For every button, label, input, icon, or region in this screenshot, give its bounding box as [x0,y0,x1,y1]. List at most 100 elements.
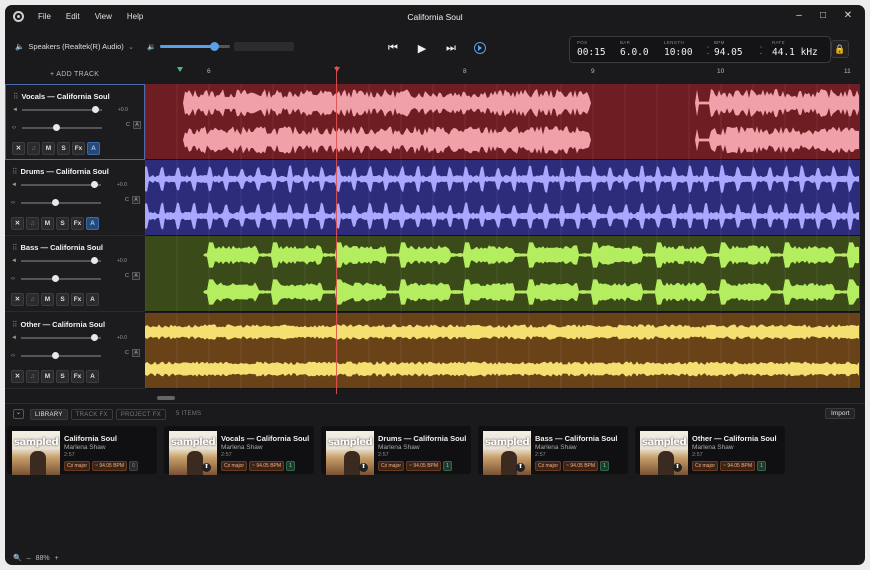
count-badge: 0 [129,461,138,471]
track-header[interactable]: ⠿ Vocals — California Soul ◄ +0.0 ‹› CA ✕… [5,84,145,160]
pan-knob[interactable] [52,352,59,359]
fx-button[interactable]: Fx [71,370,84,383]
mute-button[interactable]: M [41,217,54,230]
track-volume-slider[interactable] [21,181,101,188]
track-header[interactable]: ⠿ Drums — California Soul ◄ +0.0 ‹› CA ✕ … [5,160,145,236]
menu-file[interactable]: File [38,12,51,21]
import-button[interactable]: Import [825,408,856,419]
track-lane-vocals[interactable] [145,84,860,160]
mute-button[interactable]: M [42,142,55,155]
volume-knob[interactable] [210,42,220,51]
tab-library[interactable]: LIBRARY [30,409,68,420]
skip-back-icon[interactable]: ⏮ [386,41,400,55]
track-pan-slider[interactable] [21,352,101,359]
volume-knob[interactable] [92,106,99,113]
music-note-icon[interactable]: ♫ [26,293,39,306]
remove-track-icon[interactable]: ✕ [11,293,24,306]
track-header[interactable]: ⠿ Other — California Soul ◄ +0.0 ‹› CA ✕ … [5,313,145,389]
zoom-in-button[interactable]: + [55,555,59,562]
collapse-panel-button[interactable]: ⌄ [13,409,24,419]
music-note-icon[interactable]: ♫ [26,370,39,383]
solo-button[interactable]: S [56,370,69,383]
track-pan-slider[interactable] [22,124,102,131]
track-volume-slider[interactable] [21,257,101,264]
automation-button[interactable]: A [86,370,99,383]
automation-button[interactable]: A [86,293,99,306]
solo-button[interactable]: S [57,142,70,155]
lock-icon[interactable]: 🔒 [831,40,849,58]
remove-track-icon[interactable]: ✕ [12,142,25,155]
skip-forward-icon[interactable]: ⏭ [444,41,458,55]
loop-start-marker[interactable] [177,67,183,72]
pan-auto-button[interactable]: A [131,196,140,204]
track-volume-slider[interactable] [21,334,101,341]
fx-button[interactable]: Fx [71,217,84,230]
bpm-stepper-icon[interactable]: ⌃ ⌄ [759,47,763,56]
remove-track-icon[interactable]: ✕ [11,370,24,383]
track-buttons: ✕ ♫ M S Fx A [11,370,99,383]
zoom-out-button[interactable]: – [27,555,31,562]
library-item[interactable]: sampled California Soul Marlena Shaw 2:5… [7,426,157,475]
track-lane-other[interactable] [145,313,860,389]
volume-icon: ◄ [11,182,17,188]
minimize-icon[interactable]: – [792,10,806,22]
fx-button[interactable]: Fx [71,293,84,306]
pan-knob[interactable] [52,199,59,206]
music-note-icon[interactable]: ♫ [27,142,40,155]
solo-button[interactable]: S [56,217,69,230]
track-pan-value: C [125,350,129,356]
track-buttons: ✕ ♫ M S Fx A [12,142,100,155]
length-readout[interactable]: LENGTH 10:00 ⌃ ⌄ [657,37,710,62]
track-volume-slider[interactable] [22,106,102,113]
library-item[interactable]: sampled ⬆ Vocals — California Soul Marle… [164,426,314,475]
fx-button[interactable]: Fx [72,142,85,155]
track-lane-bass[interactable] [145,236,860,312]
pan-value-group: CA [125,196,140,204]
mute-button[interactable]: M [41,293,54,306]
mute-button[interactable]: M [41,370,54,383]
volume-knob[interactable] [91,334,98,341]
drag-handle-icon[interactable]: ⠿ [13,92,19,101]
loop-play-button[interactable] [473,41,487,55]
close-icon[interactable]: ✕ [841,10,855,22]
horizontal-scrollbar[interactable] [157,396,175,400]
bpm-readout[interactable]: BPM 94.05 ⌃ ⌄ [707,37,765,62]
master-volume-slider[interactable] [159,42,230,51]
play-icon[interactable]: ▶ [415,41,429,55]
drag-handle-icon[interactable]: ⠿ [12,320,18,329]
automation-button[interactable]: A [86,217,99,230]
track-pan-slider[interactable] [21,199,101,206]
music-note-icon[interactable]: ♫ [26,217,39,230]
volume-icon: ◄ [11,335,17,341]
track-pan-slider[interactable] [21,275,101,282]
remove-track-icon[interactable]: ✕ [11,217,24,230]
library-item[interactable]: sampled ⬆ Other — California Soul Marlen… [635,426,785,475]
pan-auto-button[interactable]: A [131,349,140,357]
bpm-label: BPM [714,40,725,45]
menu-edit[interactable]: Edit [66,12,80,21]
playhead-handle[interactable] [334,67,340,72]
library-item[interactable]: sampled ⬆ Drums — California Soul Marlen… [321,426,471,475]
tab-project-fx[interactable]: PROJECT FX [115,409,166,420]
tab-track-fx[interactable]: TRACK FX [70,409,113,420]
pan-knob[interactable] [53,124,60,131]
automation-button[interactable]: A [87,142,100,155]
output-device-select[interactable]: 🔈 Speakers (Realtek(R) Audio) ⌄ [15,42,134,51]
solo-button[interactable]: S [56,293,69,306]
track-header[interactable]: ⠿ Bass — California Soul ◄ +0.0 ‹› CA ✕ ♫… [5,236,145,312]
menu-view[interactable]: View [95,12,112,21]
timeline-ruler[interactable]: 6 8 9 10 11 [145,66,860,83]
drag-handle-icon[interactable]: ⠿ [12,243,18,252]
track-lane-drums[interactable] [145,160,860,236]
menu-help[interactable]: Help [127,12,143,21]
drag-handle-icon[interactable]: ⠿ [12,167,18,176]
chevron-down-icon: ⌄ [127,42,135,51]
pan-auto-button[interactable]: A [132,121,141,129]
volume-knob[interactable] [91,181,98,188]
add-track-button[interactable]: + ADD TRACK [50,71,99,78]
library-item[interactable]: sampled ⬆ Bass — California Soul Marlena… [478,426,628,475]
volume-knob[interactable] [91,257,98,264]
maximize-icon[interactable]: □ [816,10,830,22]
pan-knob[interactable] [52,275,59,282]
pan-auto-button[interactable]: A [131,272,140,280]
